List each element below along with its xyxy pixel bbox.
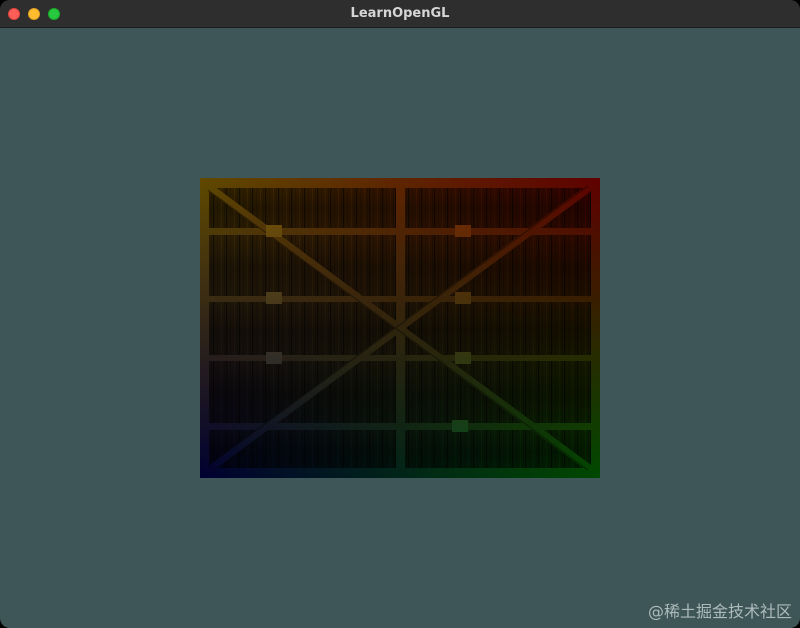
app-window: LearnOpenGL @稀土掘金技术社区 <box>0 0 800 628</box>
window-title: LearnOpenGL <box>350 6 450 21</box>
title-bar[interactable]: LearnOpenGL <box>0 0 800 28</box>
wooden-container-texture <box>200 178 600 478</box>
watermark: @稀土掘金技术社区 <box>647 602 792 621</box>
opengl-viewport[interactable]: @稀土掘金技术社区 <box>0 28 800 628</box>
textured-quad <box>200 178 600 478</box>
